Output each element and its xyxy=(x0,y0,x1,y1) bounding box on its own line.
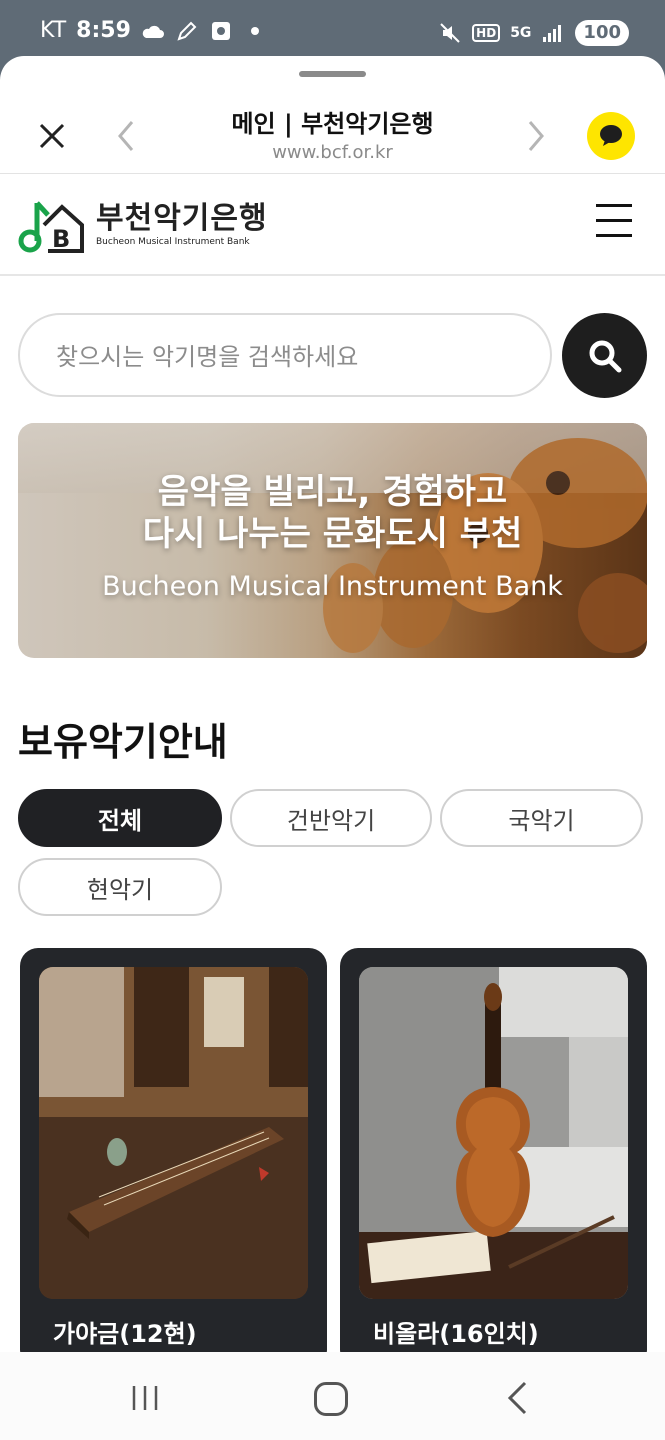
battery-indicator: 100 xyxy=(575,20,629,46)
instrument-card[interactable]: 가야금(12현) xyxy=(20,948,327,1368)
app-notification-icon xyxy=(209,19,233,43)
signal-icon xyxy=(541,21,565,45)
chat-bubble-icon xyxy=(600,125,622,146)
banner-subtitle: Bucheon Musical Instrument Bank xyxy=(102,571,563,602)
menu-line-icon xyxy=(596,219,632,222)
filter-chip-keyboard[interactable]: 건반악기 xyxy=(230,789,432,847)
search-input[interactable] xyxy=(56,337,526,377)
hd-badge: HD xyxy=(472,24,501,42)
banner-headline: 음악을 빌리고, 경험하고 다시 나누는 문화도시 부천 xyxy=(18,471,647,555)
logo-wordmark: 부천악기은행 Bucheon Musical Instrument Bank xyxy=(96,202,268,248)
clock: 8:59 xyxy=(76,18,131,43)
page-url: www.bcf.or.kr xyxy=(272,142,393,163)
banner-headline-line2: 다시 나누는 문화도시 부천 xyxy=(142,514,523,554)
pen-icon xyxy=(175,19,199,43)
hero-banner[interactable]: 음악을 빌리고, 경험하고 다시 나누는 문화도시 부천 Bucheon Mus… xyxy=(18,423,647,658)
browser-forward-button[interactable] xyxy=(520,116,550,156)
in-app-browser-sheet: 메인 | 부천악기은행 www.bcf.or.kr B 부천악기은행 Buche… xyxy=(0,56,665,1440)
back-arrow-icon xyxy=(507,1381,527,1415)
cloud-icon xyxy=(141,19,165,43)
site-logo[interactable]: B 부천악기은행 Bucheon Musical Instrument Bank xyxy=(18,194,268,256)
system-back-button[interactable] xyxy=(505,1380,531,1416)
mute-icon xyxy=(438,21,462,45)
status-bar: KT 8:59 HD 5G 100 xyxy=(0,0,665,62)
search-icon xyxy=(589,340,621,372)
svg-text:B: B xyxy=(52,225,70,253)
chevron-right-icon xyxy=(528,121,544,151)
carrier-label: KT xyxy=(40,18,67,43)
section-title: 보유악기안내 xyxy=(18,720,228,764)
music-house-logo-icon: B xyxy=(18,201,84,253)
logo-korean-name: 부천악기은행 xyxy=(96,201,268,236)
home-button[interactable] xyxy=(314,1382,348,1416)
logo-english-name: Bucheon Musical Instrument Bank xyxy=(96,237,250,247)
filter-chip-korean-traditional[interactable]: 국악기 xyxy=(440,789,643,847)
close-icon xyxy=(39,123,65,149)
browser-back-button[interactable] xyxy=(112,116,142,156)
search-button[interactable] xyxy=(562,313,647,398)
site-header: B 부천악기은행 Bucheon Musical Instrument Bank xyxy=(0,174,665,276)
menu-line-icon xyxy=(596,204,632,207)
filter-chip-all[interactable]: 전체 xyxy=(18,789,222,847)
menu-line-icon xyxy=(596,234,632,237)
status-right: HD 5G 100 xyxy=(438,20,629,46)
close-button[interactable] xyxy=(32,116,72,156)
instrument-name: 비올라(16인치) xyxy=(373,1320,539,1348)
search-box xyxy=(18,313,552,397)
hamburger-menu-button[interactable] xyxy=(596,204,634,240)
recent-apps-button[interactable] xyxy=(130,1384,160,1412)
network-label: 5G xyxy=(510,25,532,41)
sheet-drag-handle[interactable] xyxy=(299,71,366,77)
filter-chip-strings[interactable]: 현악기 xyxy=(18,858,222,916)
instrument-card[interactable]: 비올라(16인치) xyxy=(340,948,647,1368)
instrument-name: 가야금(12현) xyxy=(53,1320,197,1348)
recent-apps-icon xyxy=(132,1386,158,1410)
system-navigation-bar xyxy=(0,1352,665,1440)
dot-icon xyxy=(243,19,267,43)
chevron-left-icon xyxy=(118,121,134,151)
gayageum-photo xyxy=(39,967,308,1299)
viola-photo xyxy=(359,967,628,1299)
status-left: KT 8:59 xyxy=(40,18,267,43)
page-title: 메인 | 부천악기은행 xyxy=(231,110,434,138)
banner-headline-line1: 음악을 빌리고, 경험하고 xyxy=(157,472,508,512)
kakaotalk-share-button[interactable] xyxy=(587,112,635,160)
browser-toolbar: 메인 | 부천악기은행 www.bcf.or.kr xyxy=(0,86,665,174)
